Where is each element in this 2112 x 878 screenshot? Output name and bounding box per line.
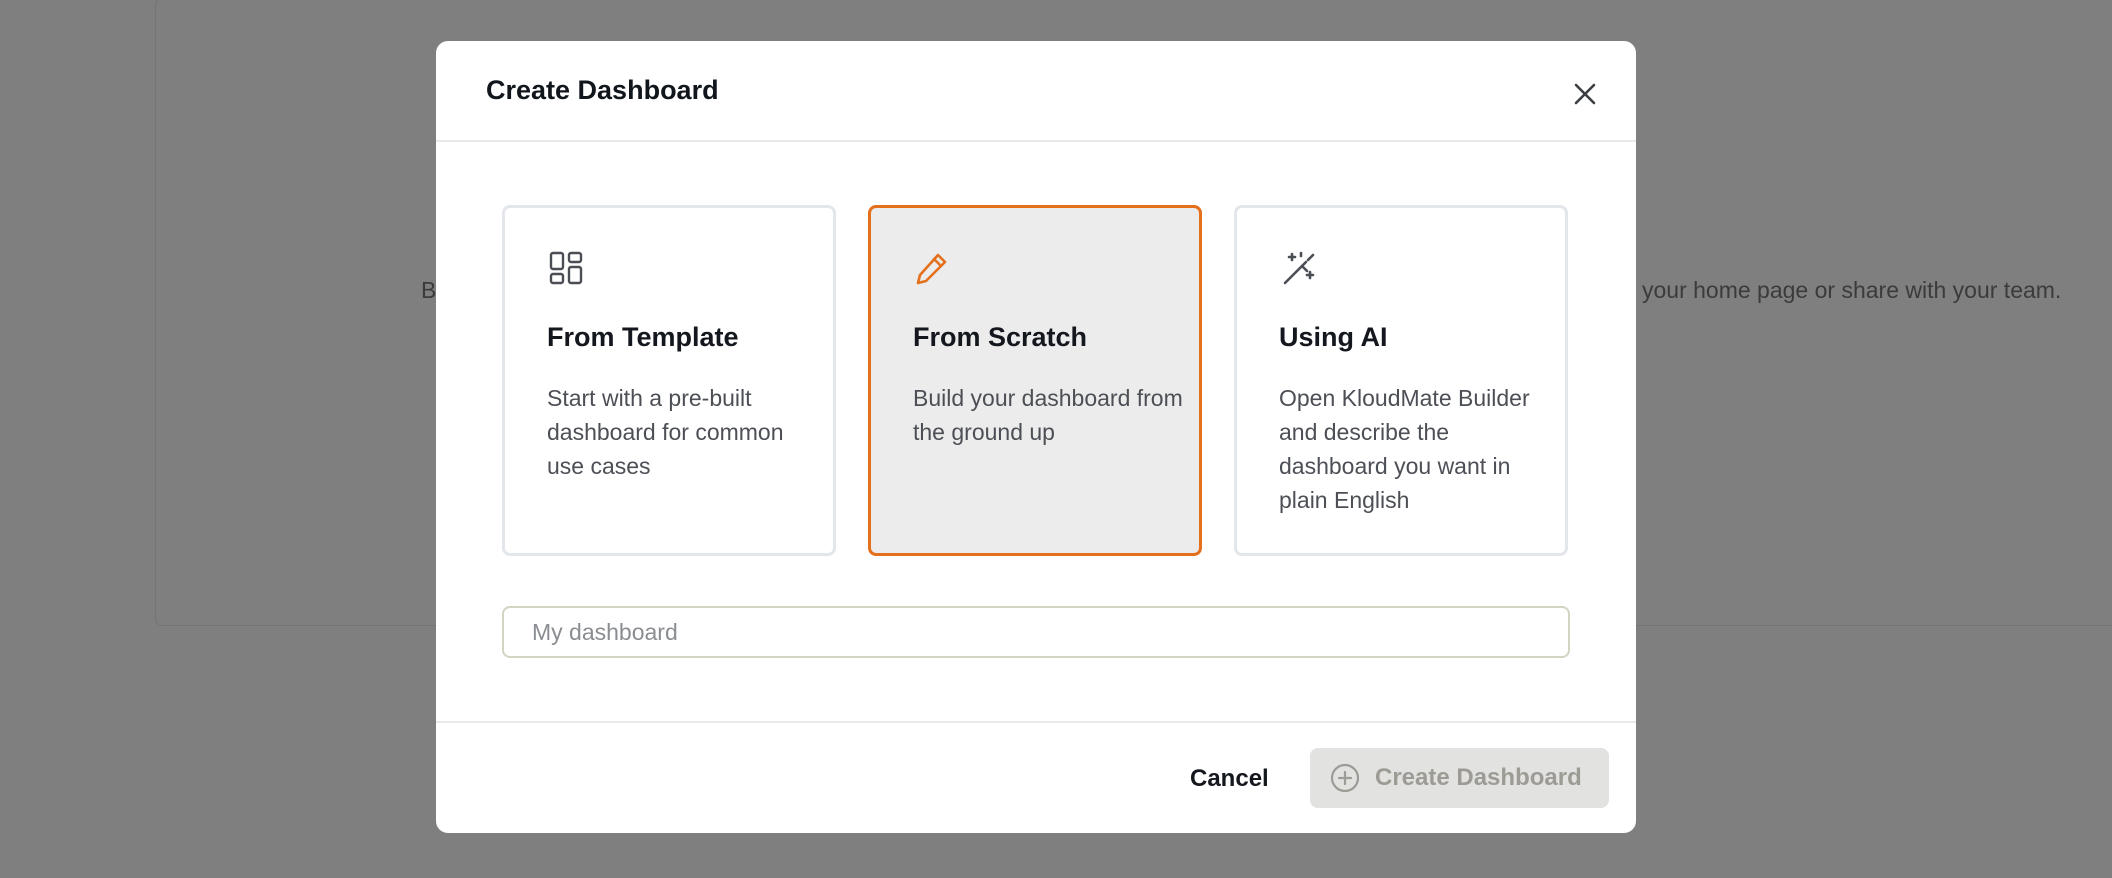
option-title: From Template [547,322,739,352]
background-text-right: your home page or share with your team. [1642,277,2062,303]
option-description: Build your dashboard from the ground up [913,385,1183,445]
layout-grid-icon [549,251,583,285]
option-using-ai[interactable]: Using AI Open KloudMate Builder and desc… [1234,205,1568,556]
magic-wand-icon [1283,251,1315,285]
option-title: From Scratch [913,322,1088,352]
background-text-left: B [421,277,437,303]
dialog-header: Create Dashboard [436,41,1636,142]
option-title: Using AI [1279,322,1388,352]
option-from-template[interactable]: From Template Start with a pre-built das… [502,205,836,556]
close-icon [1574,83,1596,105]
create-button-label: Create Dashboard [1375,764,1582,791]
dialog-footer: Cancel Create Dashboard [436,721,1636,833]
close-button[interactable] [1566,75,1604,113]
dashboard-name-input[interactable] [502,606,1570,658]
option-from-scratch[interactable]: From Scratch Build your dashboard from t… [868,205,1202,556]
creation-options: From Template Start with a pre-built das… [502,205,1572,556]
dialog-title: Create Dashboard [486,75,719,105]
pencil-icon [916,253,947,285]
option-description: Start with a pre-built dashboard for com… [547,385,784,479]
create-dashboard-button[interactable]: Create Dashboard [1310,748,1609,808]
cancel-button[interactable]: Cancel [1180,757,1279,801]
plus-circle-icon [1330,763,1360,793]
option-description: Open KloudMate Builder and describe the … [1279,385,1530,513]
create-dashboard-dialog: Create Dashboard From Template Start wit… [436,41,1636,833]
